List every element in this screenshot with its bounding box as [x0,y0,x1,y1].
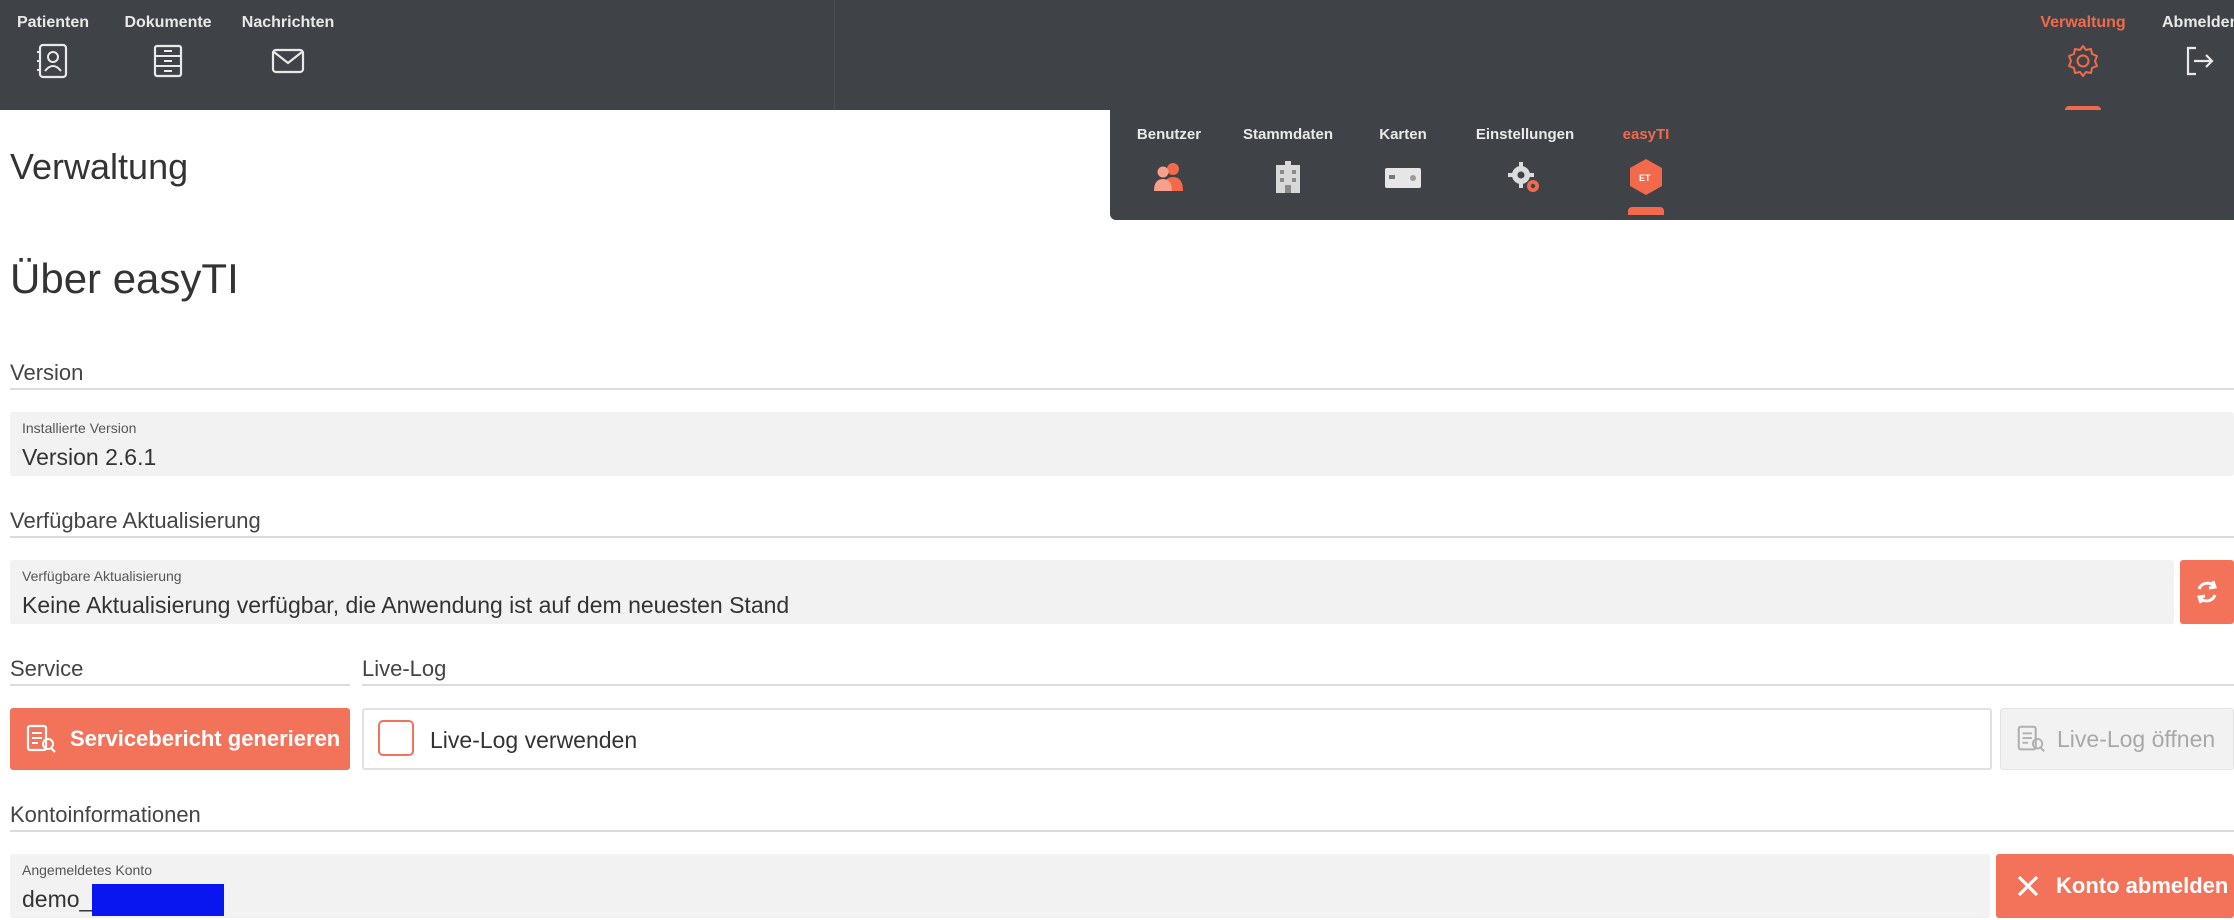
subnav-active-indicator [1628,207,1664,215]
logged-in-account-label: Angemeldetes Konto [22,862,152,878]
section-title: Über easyTI [10,255,239,302]
gears-icon [1508,162,1539,192]
livelog-checkbox-container[interactable]: Live-Log verwenden [362,708,1992,770]
subnav-label-karten: Karten [1379,126,1427,143]
service-divider [10,684,350,686]
nav-label-verwaltung: Verwaltung [2040,14,2126,31]
nav-label-dokumente: Dokumente [124,14,212,31]
check-update-button[interactable] [2180,560,2234,624]
livelog-divider [362,684,2234,686]
subnav-item-stammdaten[interactable]: Stammdaten [1236,126,1340,197]
version-divider [10,388,2234,390]
subnav-item-einstellungen[interactable]: Einstellungen [1470,126,1580,197]
subnav-item-benutzer[interactable]: Benutzer [1132,126,1206,197]
version-group-label: Version [10,360,84,385]
open-livelog-button[interactable]: Live-Log öffnen [2000,708,2234,770]
logout-account-button[interactable]: Konto abmelden [1996,854,2234,918]
report-icon [2017,725,2045,752]
page-title: Verwaltung [10,146,189,187]
admin-sub-navigation: Benutzer Stammdaten Karten Einstellungen… [1110,110,2234,220]
installed-version-label: Installierte Version [22,420,137,436]
update-group-label: Verfügbare Aktualisierung [10,508,261,533]
logout-icon [2186,46,2214,76]
account-divider [10,830,2234,832]
gear-icon [2068,45,2098,77]
nav-item-abmelden[interactable]: Abmelden [2158,14,2234,104]
users-icon [1154,163,1183,191]
nav-item-patienten[interactable]: Patienten [14,14,92,104]
nav-label-nachrichten: Nachrichten [241,14,335,31]
installed-version-field: Installierte Version Version 2.6.1 [10,412,2234,476]
contact-card-icon [37,43,68,79]
nav-item-dokumente[interactable]: Dokumente [120,14,216,104]
top-navigation-bar: Patienten Dokumente Nachrichten Verwaltu… [0,0,2234,114]
subnav-item-karten[interactable]: Karten [1372,126,1434,197]
generate-service-report-label: Servicebericht generieren [70,726,341,751]
open-livelog-label: Live-Log öffnen [2057,725,2216,752]
installed-version-value: Version 2.6.1 [22,444,157,470]
subnav-item-easyti[interactable]: easyTI ET [1610,126,1682,215]
file-cabinet-icon [153,44,183,78]
close-icon [2017,875,2039,897]
available-update-value: Keine Aktualisierung verfügbar, die Anwe… [22,592,790,618]
logged-in-account-value: demo_ [22,886,93,912]
subnav-label-benutzer: Benutzer [1136,126,1202,143]
nav-label-abmelden: Abmelden [2162,14,2234,31]
nav-item-nachrichten[interactable]: Nachrichten [238,14,338,104]
subnav-label-einstellungen: Einstellungen [1475,126,1575,143]
svg-text:ET: ET [1639,173,1651,183]
livelog-group-label: Live-Log [362,656,447,681]
livelog-checkbox[interactable] [378,720,414,756]
refresh-icon [2197,580,2217,604]
available-update-label: Verfügbare Aktualisierung [22,568,182,584]
building-icon [1276,161,1300,193]
nav-item-verwaltung[interactable]: Verwaltung [2034,14,2132,114]
account-group-label: Kontoinformationen [10,802,201,827]
redaction-mark [92,884,224,916]
generate-service-report-button[interactable]: Servicebericht generieren [10,708,350,770]
logged-in-account-field: Angemeldetes Konto demo_ [10,854,1990,918]
update-divider [10,536,2234,538]
livelog-checkbox-label: Live-Log verwenden [430,727,638,753]
easyti-hexagon-icon: ET [1630,159,1662,195]
nav-label-patienten: Patienten [16,14,89,31]
report-icon [26,724,56,753]
card-icon [1385,168,1421,188]
available-update-field: Verfügbare Aktualisierung Keine Aktualis… [10,560,2174,624]
service-group-label: Service [10,656,84,681]
subnav-label-easyti: easyTI [1622,126,1670,143]
logout-account-label: Konto abmelden [2056,873,2229,898]
subnav-label-stammdaten: Stammdaten [1242,126,1334,143]
topbar-divider [834,0,835,110]
envelope-icon [271,48,305,74]
